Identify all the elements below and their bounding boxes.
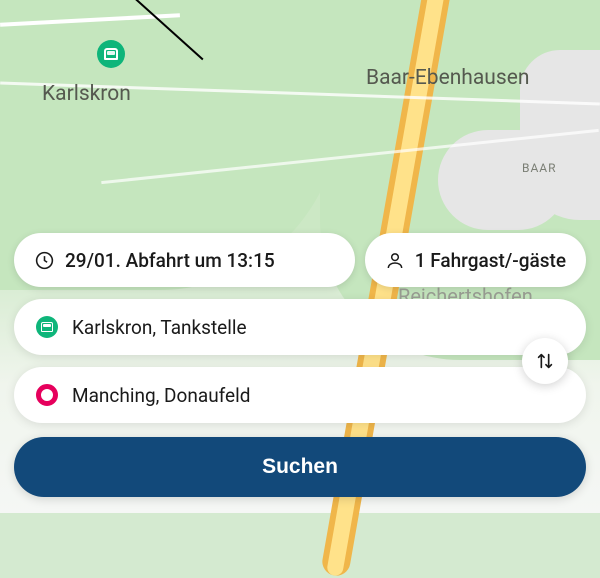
- map-label-karlskron: Karlskron: [42, 82, 131, 106]
- destination-value: Manching, Donaufeld: [72, 384, 250, 407]
- search-button[interactable]: Suchen: [14, 437, 586, 497]
- swap-icon: [534, 350, 556, 372]
- search-panel: 29/01. Abfahrt um 13:15 1 Fahrgast/-gäst…: [0, 221, 600, 513]
- map-label-baar: Baar-Ebenhausen: [366, 66, 529, 90]
- person-icon: [385, 250, 405, 271]
- map-label-baar-district: BAAR: [522, 161, 557, 175]
- destination-field[interactable]: Manching, Donaufeld: [14, 367, 586, 423]
- departure-time-label: 29/01. Abfahrt um 13:15: [65, 249, 275, 272]
- departure-time-button[interactable]: 29/01. Abfahrt um 13:15: [14, 233, 355, 287]
- swap-stops-button[interactable]: [522, 338, 568, 384]
- passenger-count-label: 1 Fahrgast/-gäste: [415, 249, 566, 272]
- origin-field[interactable]: Karlskron, Tankstelle: [14, 299, 586, 355]
- origin-map-pin[interactable]: [97, 40, 125, 68]
- origin-marker-icon: [36, 316, 58, 338]
- passenger-count-button[interactable]: 1 Fahrgast/-gäste: [365, 233, 586, 287]
- clock-icon: [34, 250, 55, 271]
- destination-marker-icon: [36, 384, 58, 406]
- bus-icon: [104, 48, 118, 60]
- origin-value: Karlskron, Tankstelle: [72, 316, 247, 339]
